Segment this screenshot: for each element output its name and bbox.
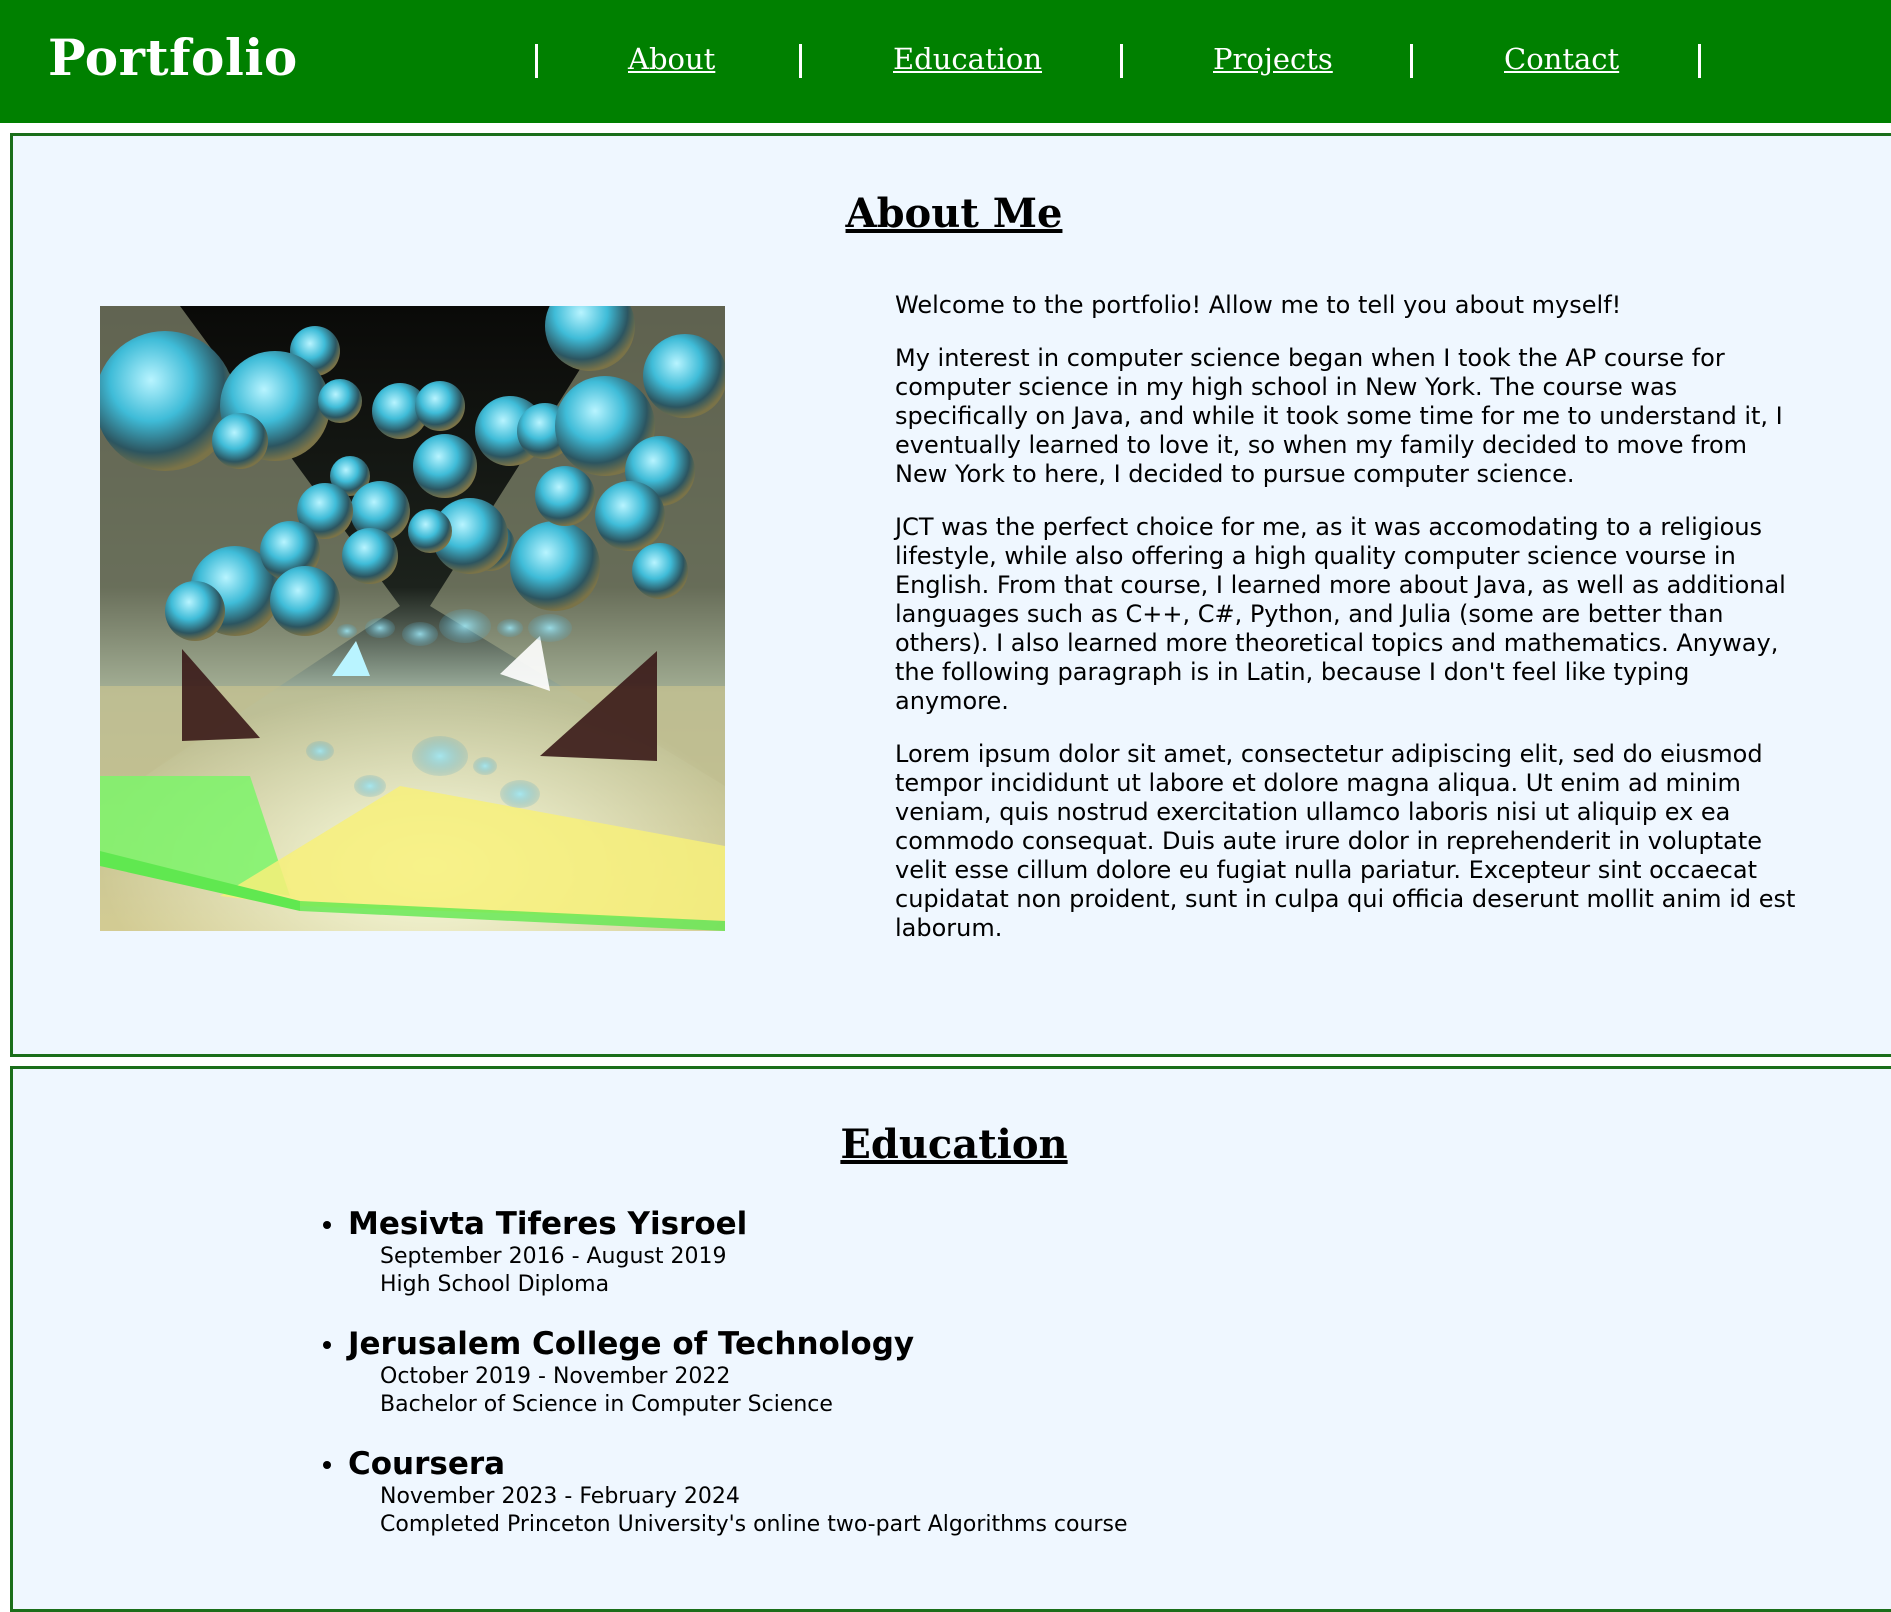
about-section: About Me Welcome to the portfolio! Allow… [10, 133, 1891, 1057]
education-list: Mesivta Tiferes Yisroel September 2016 -… [323, 1205, 1127, 1565]
nav-separator [799, 44, 802, 78]
about-title: About Me [845, 190, 1063, 237]
list-item: Mesivta Tiferes Yisroel September 2016 -… [323, 1205, 1127, 1299]
about-image [100, 306, 725, 931]
education-degree: High School Diploma [380, 1272, 610, 1297]
nav-separator [535, 44, 538, 78]
education-section: Education Mesivta Tiferes Yisroel Septem… [10, 1066, 1891, 1612]
raytraced-spheres-render-icon [100, 306, 725, 931]
list-item: Jerusalem College of Technology October … [323, 1325, 1127, 1419]
education-dates: October 2019 - November 2022 [380, 1364, 731, 1389]
education-title: Education [840, 1121, 1068, 1168]
school-name: Coursera [348, 1446, 506, 1482]
education-degree: Completed Princeton University's online … [380, 1512, 1128, 1537]
nav-separator [1120, 44, 1123, 78]
site-brand[interactable]: Portfolio [48, 28, 298, 87]
education-dates: November 2023 - February 2024 [380, 1484, 740, 1509]
bullet-icon [323, 1341, 331, 1349]
nav-link-education[interactable]: Education [893, 42, 1042, 76]
nav-link-contact[interactable]: Contact [1504, 42, 1619, 76]
about-paragraph: My interest in computer science began wh… [895, 344, 1783, 488]
nav-separator [1410, 44, 1413, 78]
bullet-icon [323, 1221, 331, 1229]
list-item: Coursera November 2023 - February 2024 C… [323, 1445, 1127, 1539]
about-paragraph: Welcome to the portfolio! Allow me to te… [895, 291, 1622, 319]
nav-link-projects[interactable]: Projects [1213, 42, 1333, 76]
school-name: Jerusalem College of Technology [348, 1326, 915, 1362]
about-paragraph: JCT was the perfect choice for me, as it… [895, 513, 1786, 715]
bullet-icon [323, 1461, 331, 1469]
about-paragraph: Lorem ipsum dolor sit amet, consectetur … [895, 740, 1796, 942]
nav-separator [1698, 44, 1701, 78]
about-text: Welcome to the portfolio! Allow me to te… [895, 291, 1805, 967]
school-name: Mesivta Tiferes Yisroel [348, 1206, 748, 1242]
education-dates: September 2016 - August 2019 [380, 1244, 727, 1269]
education-degree: Bachelor of Science in Computer Science [380, 1392, 833, 1417]
top-navigation-bar: Portfolio About Education Projects Conta… [0, 0, 1891, 123]
nav-link-about[interactable]: About [628, 42, 715, 76]
